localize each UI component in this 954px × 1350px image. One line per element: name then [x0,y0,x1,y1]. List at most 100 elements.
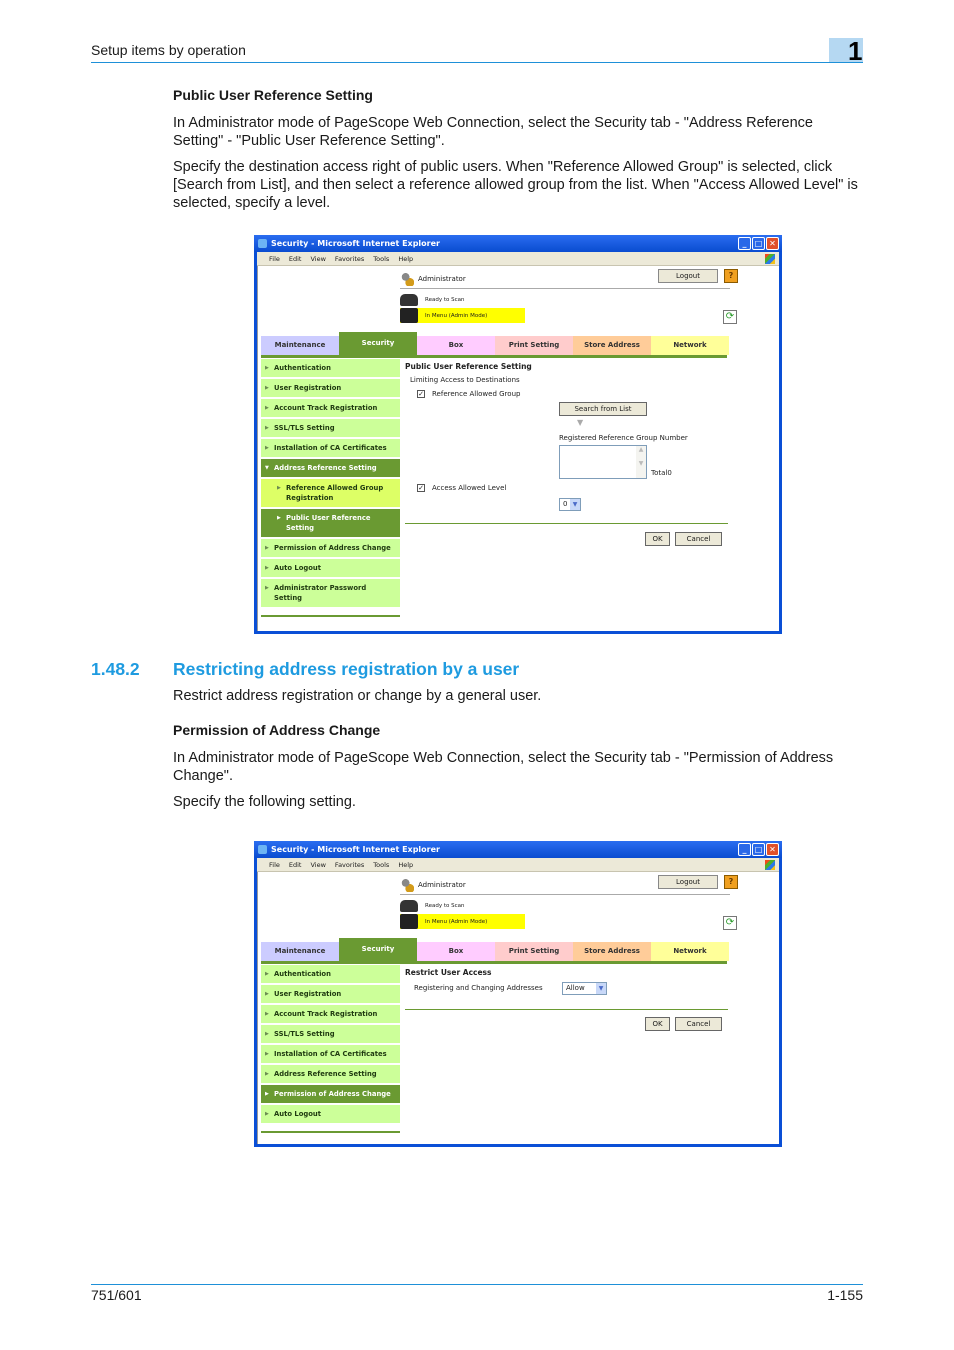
header-rule [91,62,863,63]
menu-file[interactable]: File [269,255,280,263]
menu-tools[interactable]: Tools [373,861,389,869]
scanner-icon [400,900,418,912]
sidebar-item-user-registration[interactable]: User Registration [261,379,400,399]
maximize-button[interactable]: □ [752,237,765,250]
scan-status: Ready to Scan [400,294,464,306]
sidebar-item-ca-certificates[interactable]: Installation of CA Certificates [261,1045,400,1065]
menu-bar: File Edit View Favorites Tools Help [257,858,779,872]
address-permission-select[interactable]: Allow ▼ [562,982,607,995]
menu-help[interactable]: Help [398,861,413,869]
arrow-down-icon: ▼ [577,418,584,427]
help-button[interactable]: ? [724,269,738,283]
sidebar-item-account-track[interactable]: Account Track Registration [261,1005,400,1025]
tab-store-address[interactable]: Store Address [573,336,651,355]
ref-group-label: Reference Allowed Group [432,390,521,398]
refresh-icon[interactable]: ⟳ [723,916,737,930]
close-button[interactable]: ✕ [766,843,779,856]
menu-tools[interactable]: Tools [373,255,389,263]
sidebar-subitem-reference-group[interactable]: Reference Allowed Group Registration [261,479,400,509]
paragraph: Restrict address registration or change … [173,688,542,704]
tab-store-address[interactable]: Store Address [573,942,651,961]
minimize-button[interactable]: _ [738,843,751,856]
maximize-button[interactable]: □ [752,843,765,856]
user-label: Administrator [418,275,466,283]
group-listbox[interactable]: ▲ ▼ [559,445,647,479]
sidebar-item-permission-address[interactable]: Permission of Address Change [261,1085,400,1105]
access-level-checkbox[interactable]: ✓ [417,484,425,492]
menu-favorites[interactable]: Favorites [335,861,364,869]
menu-edit[interactable]: Edit [289,861,302,869]
sidebar-end-rule [261,1131,400,1133]
menu-favorites[interactable]: Favorites [335,255,364,263]
printer-icon [400,914,418,929]
help-button[interactable]: ? [724,875,738,889]
tab-box[interactable]: Box [417,336,495,355]
tab-box[interactable]: Box [417,942,495,961]
section-heading-public-user: Public User Reference Setting [173,87,373,103]
administrator-icon [400,878,414,892]
sidebar-item-admin-password[interactable]: Administrator Password Setting [261,579,400,609]
close-button[interactable]: ✕ [766,237,779,250]
ref-group-checkbox[interactable]: ✓ [417,390,425,398]
sidebar-item-address-reference[interactable]: Address Reference Setting [261,459,400,479]
menu-file[interactable]: File [269,861,280,869]
menu-help[interactable]: Help [398,255,413,263]
cancel-button[interactable]: Cancel [675,1017,722,1031]
ref-group-row: ✓ Reference Allowed Group [417,390,520,398]
access-level-row: ✓ Access Allowed Level [417,484,506,492]
sidebar-subitem-public-user[interactable]: Public User Reference Setting [261,509,400,539]
cancel-button[interactable]: Cancel [675,532,722,546]
access-level-select[interactable]: 0 ▼ [559,498,581,511]
sidebar-item-address-reference[interactable]: Address Reference Setting [261,1065,400,1085]
search-from-list-button[interactable]: Search from List [559,402,647,416]
total-label: Total0 [651,469,672,477]
address-permission-value: Allow [566,984,585,992]
sidebar-item-account-track[interactable]: Account Track Registration [261,399,400,419]
tab-print-setting[interactable]: Print Setting [495,942,573,961]
tab-network[interactable]: Network [651,942,729,961]
refresh-icon[interactable]: ⟳ [723,310,737,324]
sidebar-item-permission-address[interactable]: Permission of Address Change [261,539,400,559]
sidebar-item-auto-logout[interactable]: Auto Logout [261,559,400,579]
section-number: 1.48.2 [91,659,140,679]
ie-icon [258,239,267,248]
tab-network[interactable]: Network [651,336,729,355]
minimize-button[interactable]: _ [738,237,751,250]
registered-label: Registered Reference Group Number [559,434,688,442]
mode-status-text: In Menu (Admin Mode) [425,312,488,319]
sidebar-item-auto-logout[interactable]: Auto Logout [261,1105,400,1125]
logout-button[interactable]: Logout [658,269,718,283]
window-title: Security - Microsoft Internet Explorer [271,845,440,854]
window-title: Security - Microsoft Internet Explorer [271,239,440,248]
content-title: Public User Reference Setting [405,362,532,371]
windows-logo-icon [765,860,775,870]
sidebar-item-user-registration[interactable]: User Registration [261,985,400,1005]
tab-underline [261,355,727,358]
sidebar-item-authentication[interactable]: Authentication [261,359,400,379]
tab-security[interactable]: Security [339,938,417,961]
sidebar-item-ca-certificates[interactable]: Installation of CA Certificates [261,439,400,459]
scan-status-text: Ready to Scan [425,297,465,303]
sidebar: Authentication User Registration Account… [261,965,400,1133]
ok-button[interactable]: OK [645,1017,670,1031]
sidebar-item-ssl-tls[interactable]: SSL/TLS Setting [261,1025,400,1045]
mode-status-text: In Menu (Admin Mode) [425,918,488,925]
sidebar-item-ssl-tls[interactable]: SSL/TLS Setting [261,419,400,439]
sidebar-item-authentication[interactable]: Authentication [261,965,400,985]
listbox-scrollbar[interactable]: ▲ ▼ [636,446,646,478]
window-title-bar: Security - Microsoft Internet Explorer _… [254,841,782,858]
content-title: Restrict User Access [405,968,492,977]
menu-view[interactable]: View [310,861,325,869]
section-title: Restricting address registration by a us… [173,659,520,679]
menu-view[interactable]: View [310,255,325,263]
menu-edit[interactable]: Edit [289,255,302,263]
tab-maintenance[interactable]: Maintenance [261,336,339,355]
tab-print-setting[interactable]: Print Setting [495,336,573,355]
tab-maintenance[interactable]: Maintenance [261,942,339,961]
ok-button[interactable]: OK [645,532,670,546]
logout-button[interactable]: Logout [658,875,718,889]
footer-page-number: 1-155 [827,1287,863,1303]
tab-security[interactable]: Security [339,332,417,355]
paragraph: Specify the following setting. [173,794,356,810]
windows-logo-icon [765,254,775,264]
